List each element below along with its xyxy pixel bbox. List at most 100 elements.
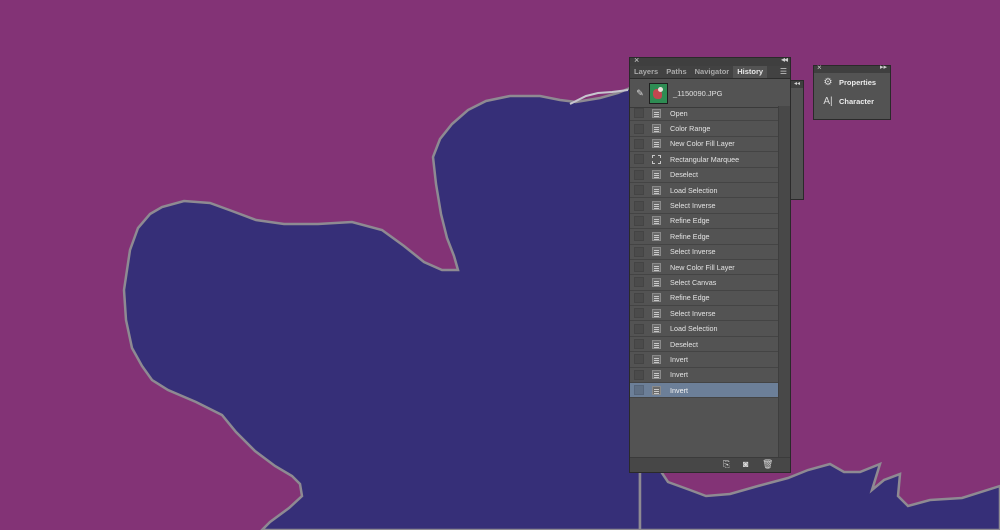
camera-icon[interactable]: ◙ (743, 459, 748, 469)
history-state-row[interactable]: Refine Edge (630, 291, 779, 307)
history-state-row[interactable]: Invert (630, 383, 779, 399)
history-state-icon (652, 201, 661, 211)
history-state-row[interactable]: Rectangular Marquee (630, 152, 779, 168)
history-brush-source-checkbox[interactable] (634, 339, 644, 350)
history-state-label: Load Selection (670, 185, 718, 195)
history-state-row[interactable]: Deselect (630, 168, 779, 183)
history-state-row[interactable]: Open (630, 106, 779, 122)
history-state-row[interactable]: Refine Edge (630, 214, 779, 230)
history-state-icon (652, 354, 661, 364)
history-state-label: Select Inverse (670, 247, 716, 257)
history-state-label: Invert (670, 354, 688, 364)
history-state-label: Deselect (670, 170, 698, 180)
history-brush-source-checkbox[interactable] (634, 154, 644, 165)
trash-icon[interactable]: 🗑 (762, 459, 773, 470)
history-brush-source-icon[interactable]: ✎ (633, 88, 647, 99)
history-brush-source-checkbox[interactable] (634, 308, 644, 319)
collapse-arrows-icon[interactable]: ◂◂ (791, 81, 803, 88)
tab-paths[interactable]: Paths (662, 66, 690, 78)
history-state-icon (652, 277, 661, 287)
collapsed-panel-behind[interactable]: ◂◂ (790, 80, 804, 200)
history-state-row[interactable]: Color Range (630, 121, 779, 137)
scrollbar[interactable] (778, 106, 790, 458)
history-brush-source-checkbox[interactable] (634, 354, 644, 365)
history-brush-source-checkbox[interactable] (634, 262, 644, 273)
history-state-row[interactable]: Invert (630, 368, 779, 384)
snapshot-name: _1150090.JPG (673, 88, 723, 98)
history-state-row[interactable]: Select Inverse (630, 306, 779, 322)
history-state-row[interactable]: Deselect (630, 337, 779, 353)
history-state-row[interactable]: Select Inverse (630, 198, 779, 214)
history-state-icon (652, 247, 661, 257)
history-state-label: Refine Edge (670, 293, 710, 303)
expand-arrows-icon[interactable]: ▸▸ (880, 63, 887, 71)
history-state-icon (652, 216, 661, 226)
history-list: Open Color Range New Color Fill Layer Recta… (630, 106, 779, 399)
panel-tabs: Layers Paths Navigator History ☰ (630, 66, 790, 79)
close-icon[interactable]: × (634, 55, 639, 65)
history-brush-source-checkbox[interactable] (634, 138, 644, 149)
history-state-label: Rectangular Marquee (670, 154, 740, 164)
history-state-label: Select Canvas (670, 277, 717, 287)
history-brush-source-checkbox[interactable] (634, 323, 644, 334)
history-state-label: Invert (670, 370, 688, 380)
history-state-row[interactable]: Invert (630, 352, 779, 368)
collapse-arrows-icon[interactable]: ◂◂ (781, 55, 788, 64)
history-brush-source-checkbox[interactable] (634, 108, 644, 119)
history-state-label: Invert (670, 385, 688, 395)
history-state-label: Open (670, 108, 688, 118)
history-state-label: Refine Edge (670, 216, 710, 226)
history-brush-source-checkbox[interactable] (634, 277, 644, 288)
history-brush-source-checkbox[interactable] (634, 200, 644, 211)
new-document-from-state-icon[interactable]: ⎘ (723, 459, 730, 470)
snapshot-thumbnail (649, 82, 668, 104)
tab-navigator[interactable]: Navigator (691, 66, 734, 78)
history-brush-source-checkbox[interactable] (634, 385, 644, 396)
history-state-row[interactable]: Select Inverse (630, 245, 779, 260)
history-state-icon (652, 124, 661, 134)
history-state-row[interactable]: New Color Fill Layer (630, 137, 779, 153)
history-state-icon (652, 139, 661, 149)
history-state-icon (652, 185, 661, 195)
history-brush-source-checkbox[interactable] (634, 231, 644, 242)
dock-item-label: Character (839, 97, 875, 106)
history-brush-source-checkbox[interactable] (634, 215, 644, 226)
dock-item-label: Properties (839, 78, 877, 87)
history-state-label: Select Inverse (670, 308, 716, 318)
history-state-label: Refine Edge (670, 231, 710, 241)
close-icon[interactable]: × (817, 63, 822, 72)
history-state-label: Color Range (670, 124, 711, 134)
history-snapshot[interactable]: ✎ _1150090.JPG (630, 79, 790, 108)
history-state-icon (652, 308, 661, 318)
history-state-row[interactable]: Load Selection (630, 321, 779, 337)
panel-title-bar[interactable]: × ◂◂ (630, 55, 790, 66)
dock-item-properties[interactable]: ⚙ Properties (814, 73, 890, 92)
history-brush-source-checkbox[interactable] (634, 169, 644, 180)
dock-item-character[interactable]: A| Character (814, 92, 890, 111)
history-brush-source-checkbox[interactable] (634, 292, 644, 303)
history-brush-source-checkbox[interactable] (634, 369, 644, 380)
history-state-icon (652, 262, 661, 272)
history-state-icon (652, 385, 661, 395)
history-brush-source-checkbox[interactable] (634, 246, 644, 257)
history-state-row[interactable]: Refine Edge (630, 229, 779, 245)
properties-icon: ⚙ (823, 77, 833, 88)
history-state-icon (652, 339, 661, 349)
history-state-icon (652, 370, 661, 380)
history-state-label: Select Inverse (670, 201, 716, 211)
panel-menu-icon[interactable]: ☰ (780, 67, 787, 76)
dock-title-bar[interactable]: × ▸▸ (814, 63, 890, 73)
history-state-label: Deselect (670, 339, 698, 349)
history-state-label: New Color Fill Layer (670, 139, 735, 149)
history-state-label: New Color Fill Layer (670, 262, 735, 272)
history-state-icon (652, 293, 661, 303)
tab-layers[interactable]: Layers (630, 66, 662, 78)
history-state-row[interactable]: Load Selection (630, 183, 779, 199)
history-brush-source-checkbox[interactable] (634, 185, 644, 196)
side-dock: × ▸▸ ⚙ Properties A| Character (813, 63, 891, 120)
history-state-row[interactable]: Select Canvas (630, 275, 779, 291)
history-state-icon (652, 108, 661, 118)
history-state-row[interactable]: New Color Fill Layer (630, 260, 779, 276)
tab-history[interactable]: History (733, 66, 768, 78)
history-brush-source-checkbox[interactable] (634, 123, 644, 134)
